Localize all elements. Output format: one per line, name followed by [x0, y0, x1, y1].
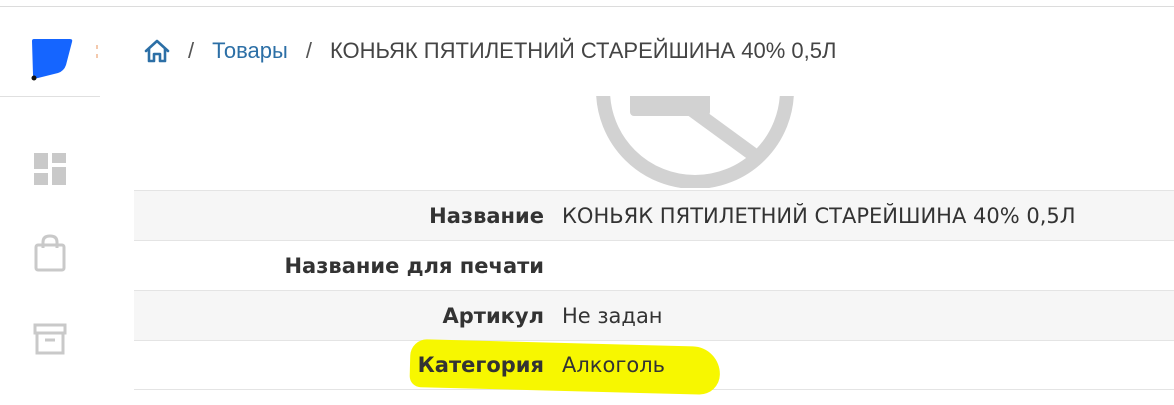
- property-label: Артикул: [442, 303, 545, 328]
- property-label: Название для печати: [284, 253, 544, 278]
- no-image-icon: [590, 96, 800, 188]
- top-divider: [0, 6, 1174, 7]
- property-value: Алкоголь: [562, 353, 666, 377]
- breadcrumb: / Товары / КОНЬЯК ПЯТИЛЕТНИЙ СТАРЕЙШИНА …: [144, 38, 836, 64]
- breadcrumb-separator: /: [305, 38, 312, 63]
- table-row: Категория Алкоголь: [134, 338, 1174, 396]
- logo-icon[interactable]: [30, 37, 74, 85]
- breadcrumb-separator: /: [188, 38, 195, 63]
- table-row: Название КОНЬЯК ПЯТИЛЕТНИЙ СТАРЕЙШИНА 40…: [134, 190, 1174, 240]
- property-label: Категория: [417, 353, 544, 377]
- table-row: Название для печати: [134, 240, 1174, 290]
- shopping-bag-icon[interactable]: [30, 233, 70, 273]
- sidebar: [0, 7, 100, 405]
- home-icon[interactable]: [144, 39, 170, 63]
- breadcrumb-current: КОНЬЯК ПЯТИЛЕТНИЙ СТАРЕЙШИНА 40% 0,5Л: [329, 38, 837, 63]
- breadcrumb-products-link[interactable]: Товары: [212, 38, 288, 64]
- logo-area: [0, 7, 100, 97]
- table-row: Артикул Не задан: [134, 290, 1174, 340]
- property-value: КОНЬЯК ПЯТИЛЕТНИЙ СТАРЕЙШИНА 40% 0,5Л: [562, 203, 1076, 228]
- archive-icon[interactable]: [30, 319, 70, 359]
- property-label: Название: [429, 203, 544, 228]
- dashboard-icon[interactable]: [30, 149, 70, 189]
- product-properties-table: Название КОНЬЯК ПЯТИЛЕТНИЙ СТАРЕЙШИНА 40…: [134, 190, 1174, 396]
- property-value: Не задан: [562, 303, 663, 328]
- sidebar-edge-marker: [96, 43, 99, 61]
